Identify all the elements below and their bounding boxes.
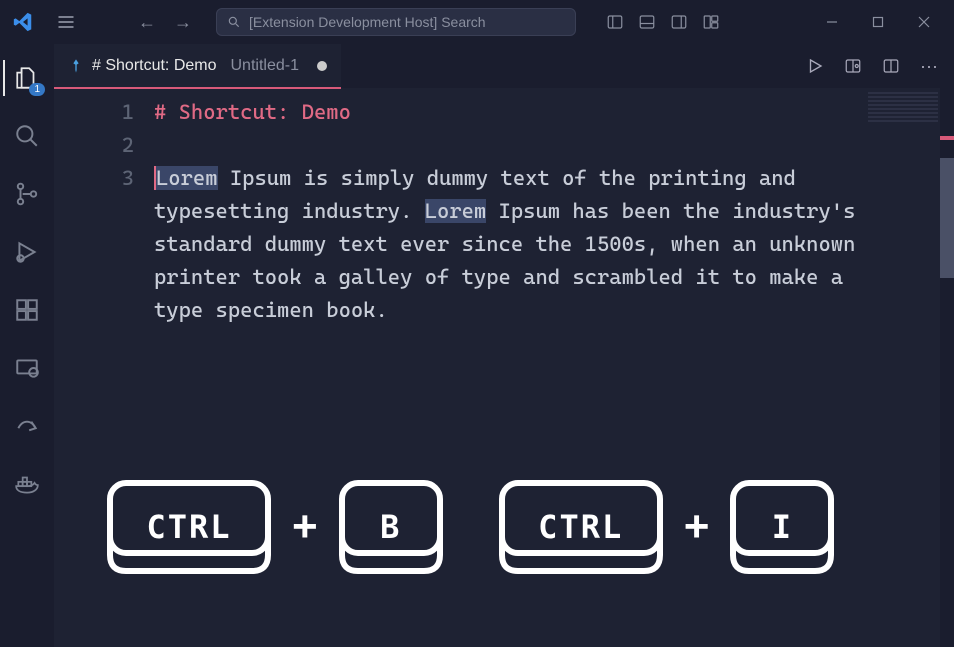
command-center-search[interactable]: [Extension Development Host] Search xyxy=(216,8,576,36)
title-bar: ← → [Extension Development Host] Search xyxy=(0,0,954,44)
search-placeholder: [Extension Development Host] Search xyxy=(249,14,486,30)
tab-active[interactable]: # Shortcut: Demo Untitled-1 xyxy=(54,44,341,88)
menu-icon[interactable] xyxy=(48,8,84,36)
search-activity[interactable] xyxy=(3,112,51,160)
file-icon xyxy=(68,58,84,74)
editor-actions: ··· xyxy=(800,44,954,88)
panel-right-icon[interactable] xyxy=(664,9,694,35)
blank-line xyxy=(154,133,166,157)
line-number: 2 xyxy=(54,129,134,162)
plus-icon: + xyxy=(292,502,318,552)
markdown-heading: # Shortcut: Demo xyxy=(154,100,351,124)
panel-left-icon[interactable] xyxy=(600,9,630,35)
overview-mark xyxy=(940,136,954,140)
shortcut-ctrl-b: CTRL + B xyxy=(104,477,446,577)
panel-bottom-icon[interactable] xyxy=(632,9,662,35)
keycap-ctrl: CTRL xyxy=(104,477,274,577)
run-debug-activity[interactable] xyxy=(3,228,51,276)
remote-activity[interactable] xyxy=(3,344,51,392)
keycap-ctrl: CTRL xyxy=(496,477,666,577)
layout-custom-icon[interactable] xyxy=(696,9,726,35)
line-number: 1 xyxy=(54,96,134,129)
share-activity[interactable] xyxy=(3,402,51,450)
minimap[interactable] xyxy=(868,92,938,122)
preview-side-icon[interactable] xyxy=(838,53,868,79)
selection: Lorem xyxy=(156,166,218,190)
tab-bar: # Shortcut: Demo Untitled-1 ··· xyxy=(54,44,954,88)
run-icon[interactable] xyxy=(800,53,830,79)
more-actions-icon[interactable]: ··· xyxy=(914,52,944,81)
keyboard-shortcut-overlay: CTRL + B CTRL + I xyxy=(104,477,924,577)
dirty-indicator-icon xyxy=(317,61,327,71)
activity-bar: 1 xyxy=(0,44,54,647)
plus-icon: + xyxy=(684,502,710,552)
minimize-button[interactable] xyxy=(810,6,854,38)
shortcut-ctrl-i: CTRL + I xyxy=(496,477,838,577)
window-controls xyxy=(810,6,946,38)
line-number: 3 xyxy=(54,162,134,195)
source-control-activity[interactable] xyxy=(3,170,51,218)
search-icon xyxy=(227,15,241,29)
docker-activity[interactable] xyxy=(3,460,51,508)
split-editor-icon[interactable] xyxy=(876,53,906,79)
vscode-logo-icon xyxy=(12,11,34,33)
tab-title: # Shortcut: Demo xyxy=(92,57,217,75)
tab-subtitle: Untitled-1 xyxy=(231,57,299,75)
layout-controls xyxy=(600,9,726,35)
maximize-button[interactable] xyxy=(856,6,900,38)
back-button[interactable]: ← xyxy=(130,8,164,37)
editor-area: # Shortcut: Demo Untitled-1 ··· 1 2 3 # … xyxy=(54,44,954,647)
explorer-badge: 1 xyxy=(29,83,45,96)
close-button[interactable] xyxy=(902,6,946,38)
selection: Lorem xyxy=(425,199,487,223)
keycap-b: B xyxy=(336,477,446,577)
nav-arrows: ← → xyxy=(130,8,200,37)
forward-button[interactable]: → xyxy=(166,8,200,37)
extensions-activity[interactable] xyxy=(3,286,51,334)
explorer-activity[interactable]: 1 xyxy=(3,54,51,102)
scrollbar-thumb[interactable] xyxy=(940,158,954,278)
keycap-i: I xyxy=(727,477,837,577)
overview-ruler[interactable] xyxy=(940,88,954,647)
